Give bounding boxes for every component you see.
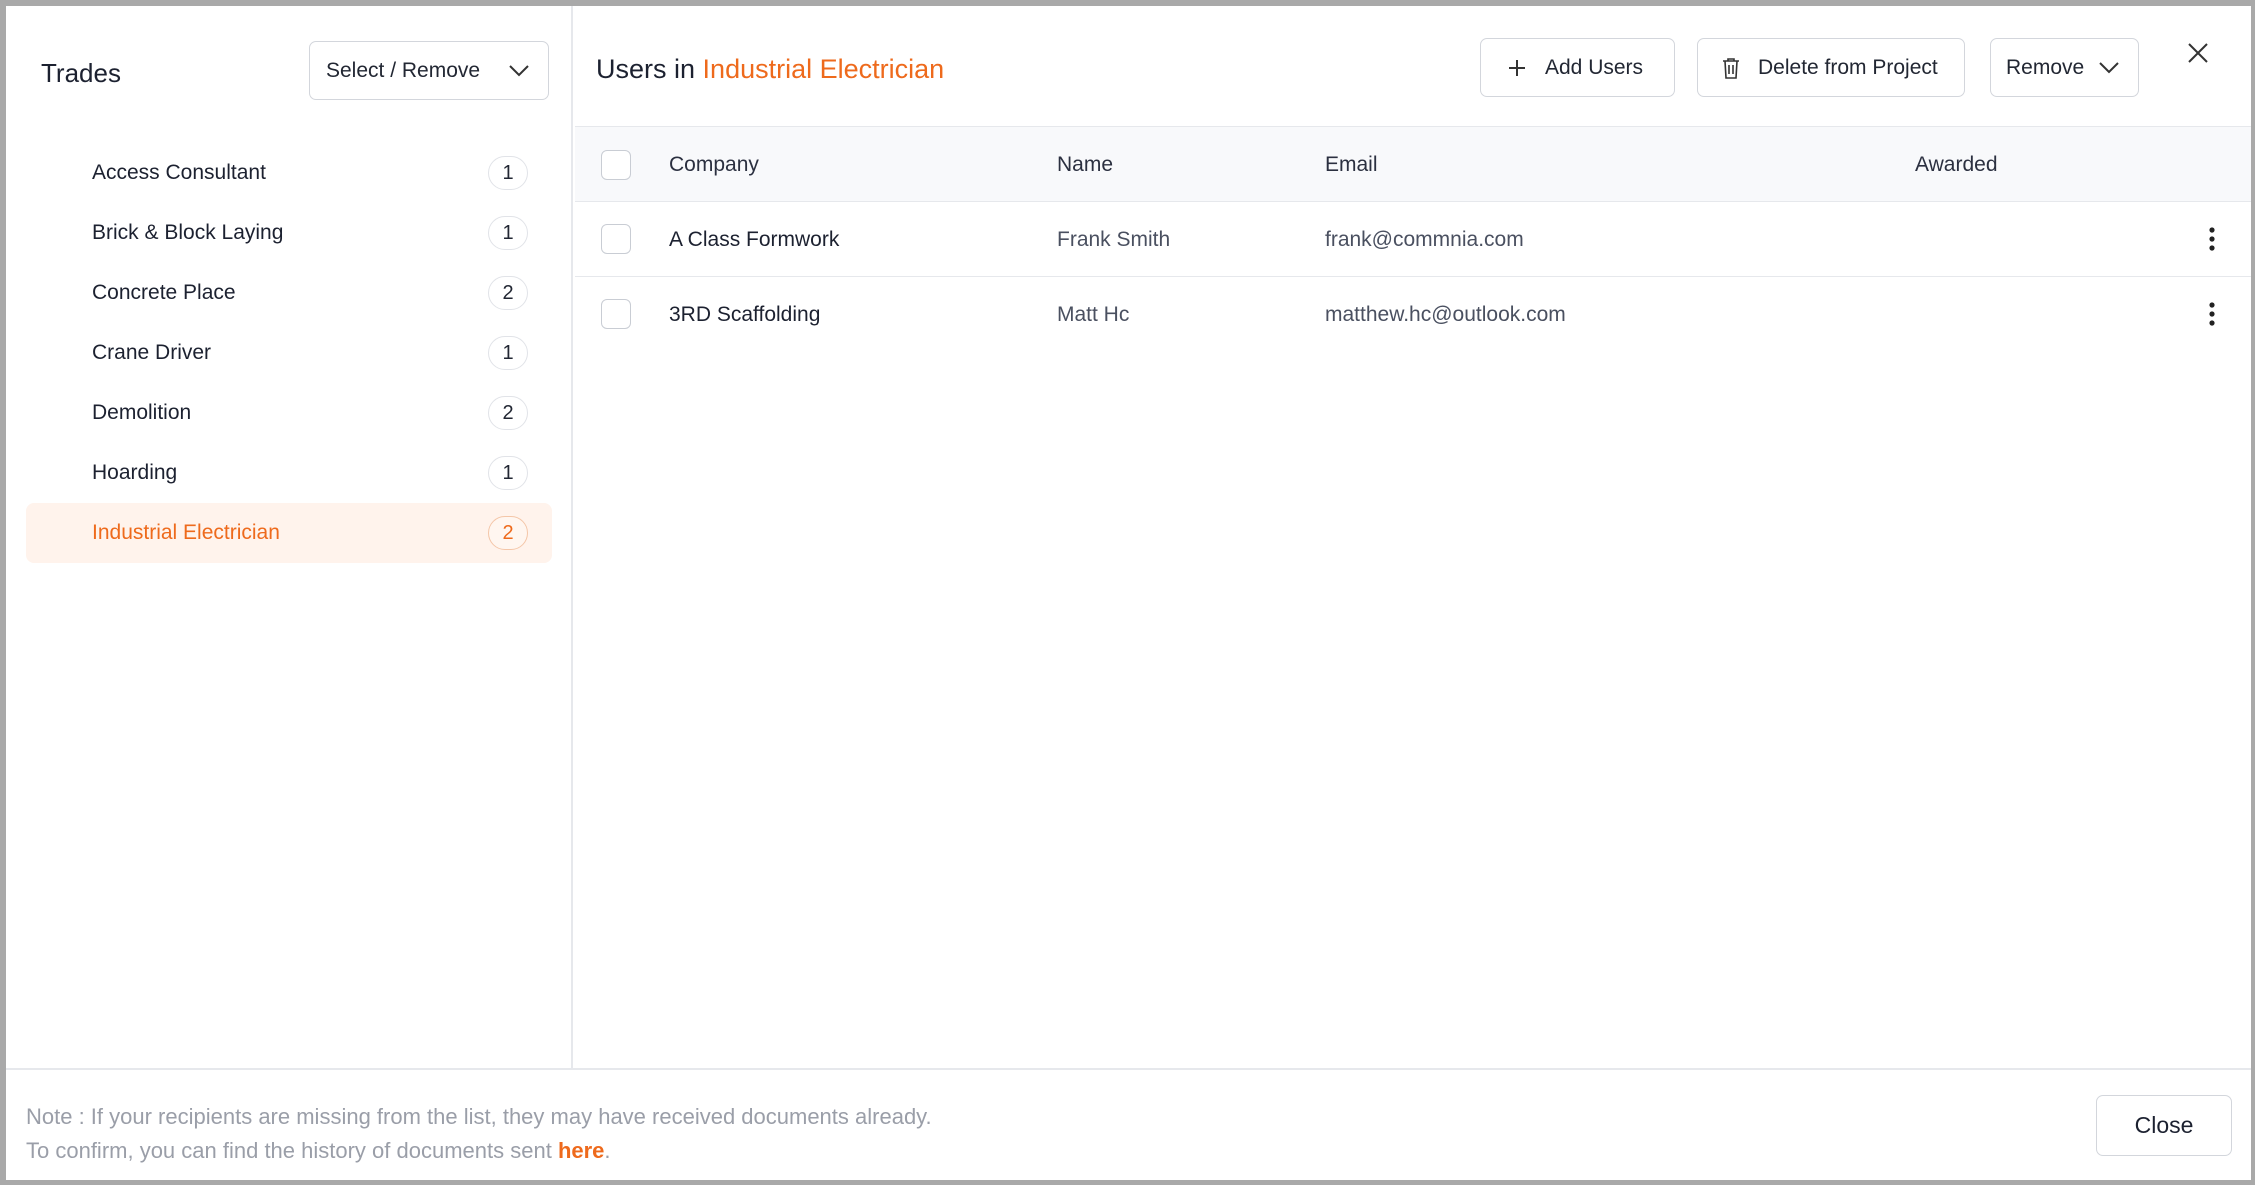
trade-item-access-consultant[interactable]: Access Consultant 1 (26, 143, 552, 203)
column-header-company[interactable]: Company (669, 153, 759, 177)
trade-item-label: Industrial Electrician (92, 521, 280, 544)
note-line-2-suffix: . (604, 1138, 611, 1163)
trades-panel: Trades Select / Remove Access Consultant… (6, 6, 573, 1068)
trade-item-brick-block-laying[interactable]: Brick & Block Laying 1 (26, 203, 552, 263)
email-cell: matthew.hc@outlook.com (1325, 303, 1566, 326)
company-cell: A Class Formwork (669, 228, 840, 251)
name-cell: Frank Smith (1057, 228, 1171, 251)
add-users-label: Add Users (1545, 55, 1644, 79)
trade-count-badge: 2 (488, 516, 528, 550)
footer-note: Note : If your recipients are missing fr… (26, 1100, 932, 1168)
trade-item-concrete-place[interactable]: Concrete Place 2 (26, 263, 552, 323)
table-header: Company Name Email Awarded (575, 126, 2251, 202)
trade-item-label: Hoarding (92, 461, 178, 484)
close-icon[interactable] (2185, 40, 2211, 66)
trade-count-badge: 1 (488, 156, 528, 190)
trade-count-badge: 1 (488, 456, 528, 490)
users-title-prefix: Users in (596, 54, 696, 84)
plus-icon (1509, 59, 1525, 76)
users-table: Company Name Email Awarded A Class Formw… (575, 126, 2251, 352)
trade-item-demolition[interactable]: Demolition 2 (26, 383, 552, 443)
trade-item-label: Brick & Block Laying (92, 221, 284, 244)
users-panel: Users in Industrial Electrician Add User… (575, 6, 2251, 1068)
table-row[interactable]: 3RD Scaffolding Matt Hc matthew.hc@outlo… (575, 277, 2251, 352)
delete-from-project-button[interactable]: Delete from Project (1697, 38, 1965, 97)
select-all-checkbox[interactable] (601, 150, 631, 180)
trade-count-badge: 2 (488, 396, 528, 430)
trades-users-modal: Trades Select / Remove Access Consultant… (6, 6, 2251, 1180)
trades-title: Trades (41, 58, 121, 88)
close-button[interactable]: Close (2096, 1095, 2232, 1156)
kebab-menu-icon[interactable] (2207, 226, 2217, 252)
column-header-email[interactable]: Email (1325, 153, 1378, 177)
trade-item-label: Access Consultant (92, 161, 266, 184)
note-line-2: To confirm, you can find the history of … (26, 1134, 932, 1168)
column-header-awarded[interactable]: Awarded (1915, 153, 1998, 177)
trade-count-badge: 1 (488, 216, 528, 250)
add-users-button[interactable]: Add Users (1480, 38, 1675, 97)
trash-icon (1723, 57, 1739, 79)
trade-item-label: Concrete Place (92, 281, 236, 304)
users-title-trade: Industrial Electrician (702, 54, 945, 84)
trade-item-industrial-electrician[interactable]: Industrial Electrician 2 (26, 503, 552, 563)
remove-dropdown[interactable]: Remove (1990, 38, 2139, 97)
select-remove-label: Select / Remove (326, 58, 481, 82)
trade-list: Access Consultant 1 Brick & Block Laying… (26, 143, 552, 563)
remove-label: Remove (2006, 55, 2085, 79)
select-remove-dropdown[interactable]: Select / Remove (309, 41, 549, 100)
trade-item-label: Demolition (92, 401, 192, 424)
column-header-name[interactable]: Name (1057, 153, 1113, 177)
table-row[interactable]: A Class Formwork Frank Smith frank@commn… (575, 202, 2251, 277)
note-line-2-prefix: To confirm, you can find the history of … (26, 1138, 558, 1163)
trade-count-badge: 1 (488, 336, 528, 370)
history-link[interactable]: here (558, 1138, 604, 1163)
row-checkbox[interactable] (601, 224, 631, 254)
company-cell: 3RD Scaffolding (669, 303, 821, 326)
chevron-down-icon (509, 64, 529, 76)
trade-count-badge: 2 (488, 276, 528, 310)
trade-item-label: Crane Driver (92, 341, 212, 364)
trade-item-hoarding[interactable]: Hoarding 1 (26, 443, 552, 503)
modal-footer: Note : If your recipients are missing fr… (6, 1068, 2251, 1180)
users-title: Users in Industrial Electrician (596, 54, 944, 85)
delete-from-project-label: Delete from Project (1758, 55, 1938, 79)
chevron-down-icon (2099, 61, 2119, 73)
email-cell: frank@commnia.com (1325, 228, 1524, 251)
note-line-1: Note : If your recipients are missing fr… (26, 1104, 932, 1129)
name-cell: Matt Hc (1057, 303, 1130, 326)
row-checkbox[interactable] (601, 299, 631, 329)
trade-item-crane-driver[interactable]: Crane Driver 1 (26, 323, 552, 383)
kebab-menu-icon[interactable] (2207, 301, 2217, 327)
